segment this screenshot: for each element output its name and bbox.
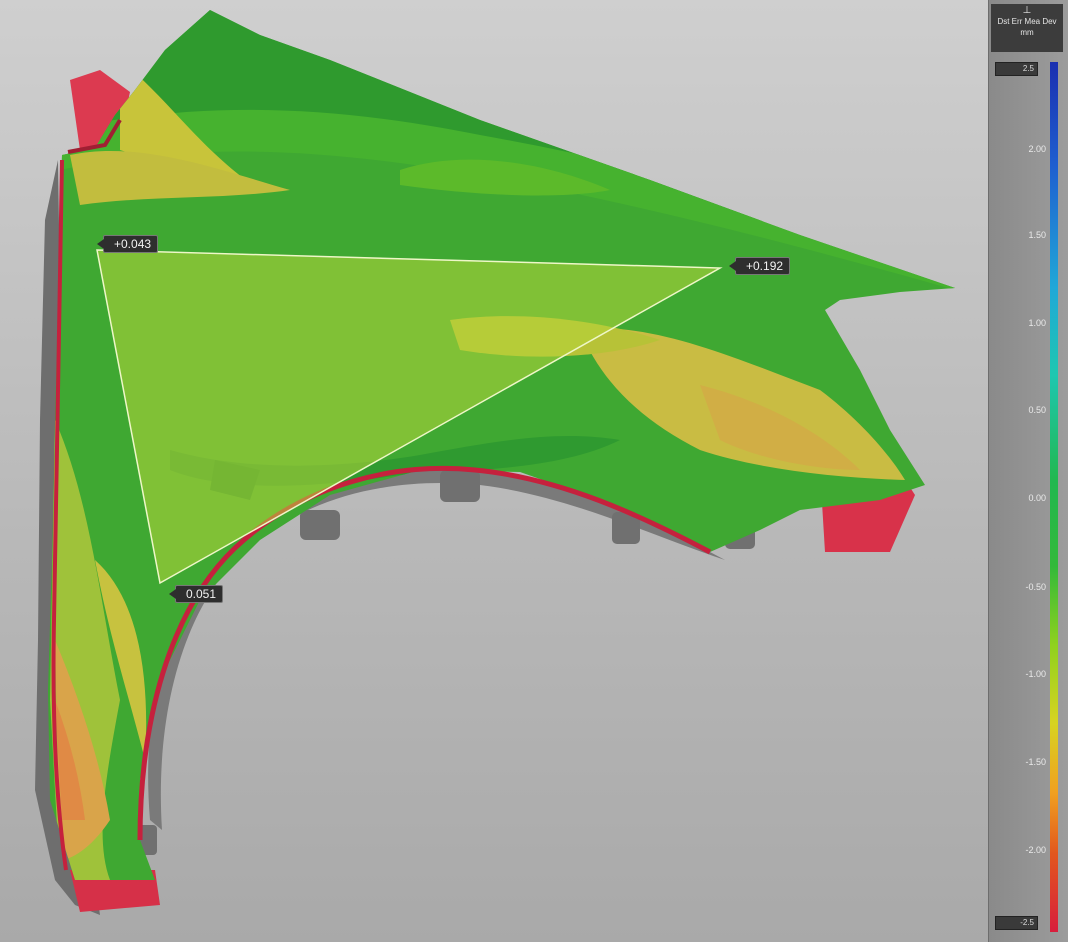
legend-lower-limit[interactable]: -2.5 <box>995 916 1038 930</box>
pin-icon[interactable]: ⊥ <box>991 6 1063 16</box>
legend-header[interactable]: ⊥ Dst Err Mea Dev mm <box>991 4 1063 52</box>
legend-tick: 0.00 <box>1028 493 1046 503</box>
legend-tick: -1.50 <box>1025 757 1046 767</box>
fender-model <box>35 10 955 915</box>
color-scale-bar <box>1050 62 1058 932</box>
legend-tick: 2.00 <box>1028 144 1046 154</box>
point-callout-2[interactable]: +0.192 <box>728 257 791 275</box>
legend-tick: 0.50 <box>1028 405 1046 415</box>
legend-tick: 1.50 <box>1028 230 1046 240</box>
point-callout-3[interactable]: 0.051 <box>168 585 224 603</box>
legend-title: Dst Err Mea Dev <box>997 17 1057 26</box>
legend-tick: -2.00 <box>1025 845 1046 855</box>
3d-viewport[interactable]: +0.043 +0.192 0.051 <box>0 0 985 942</box>
point-callout-1[interactable]: +0.043 <box>96 235 159 253</box>
legend-tick: -0.50 <box>1025 582 1046 592</box>
legend-tick: 1.00 <box>1028 318 1046 328</box>
legend-unit: mm <box>1020 28 1034 37</box>
legend-upper-limit[interactable]: 2.5 <box>995 62 1038 76</box>
legend-tick: -1.00 <box>1025 669 1046 679</box>
